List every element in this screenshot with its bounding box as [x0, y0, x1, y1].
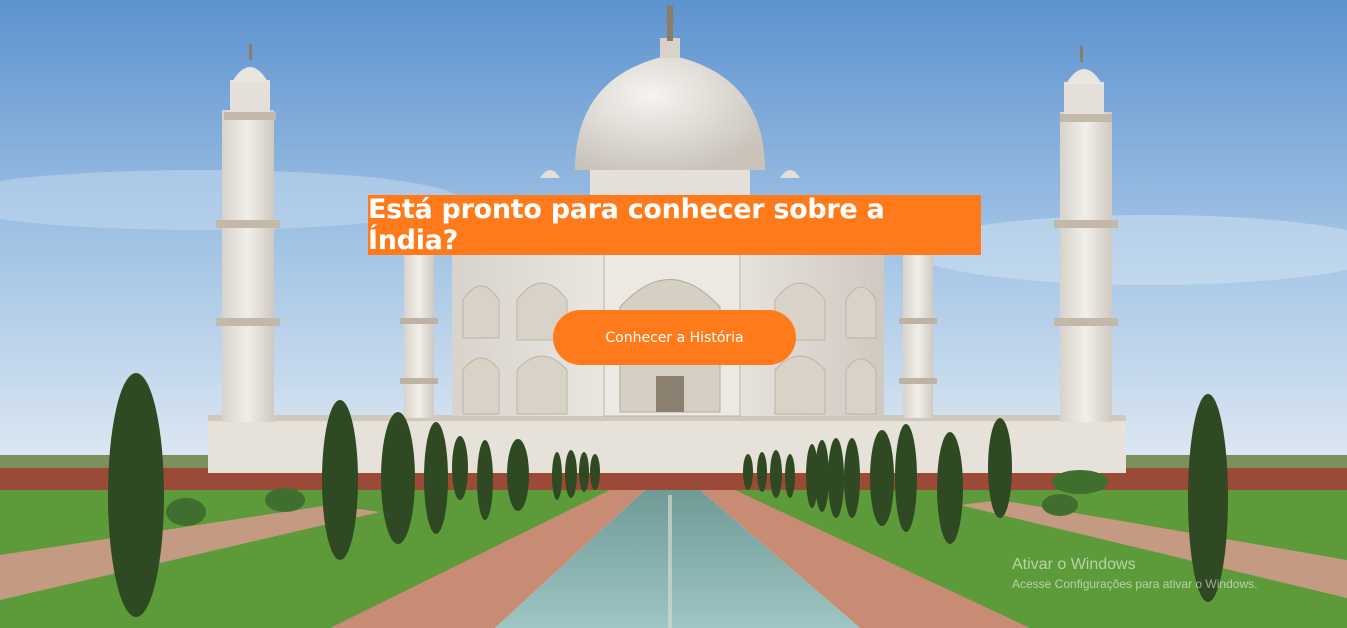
watermark-subtitle: Acesse Configurações para ativar o Windo… — [1012, 577, 1258, 591]
watermark-title: Ativar o Windows — [1012, 556, 1136, 573]
hero-section: Está pronto para conhecer sobre a Índia?… — [0, 0, 1347, 628]
hero-headline: Está pronto para conhecer sobre a Índia? — [368, 194, 981, 256]
windows-activation-watermark: Ativar o Windows Acesse Configurações pa… — [1012, 556, 1257, 591]
learn-history-button[interactable]: Conhecer a História — [553, 310, 796, 365]
